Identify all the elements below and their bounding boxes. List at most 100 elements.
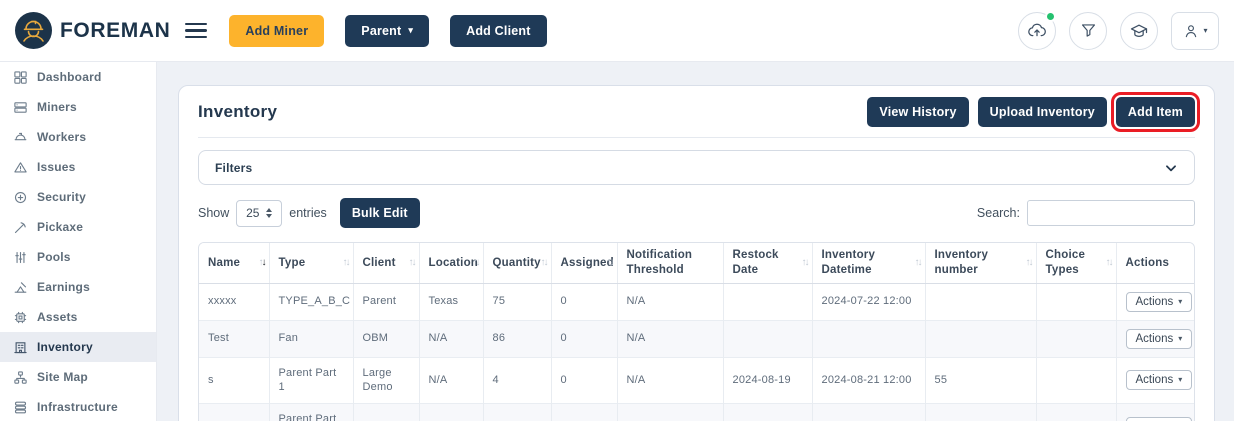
column-header-name[interactable]: Name ↑↓ xyxy=(199,243,270,284)
bulk-edit-button[interactable]: Bulk Edit xyxy=(339,198,420,228)
cell-quantity: 86 xyxy=(483,319,552,357)
sidebar-item-label: Infrastructure xyxy=(37,400,118,414)
cell-restock-date xyxy=(723,283,813,320)
cell-client: Parent xyxy=(353,403,420,421)
cloud-upload-icon xyxy=(1027,21,1047,41)
cell-type: Parent Part 1 xyxy=(269,356,354,404)
sidebar-item-label: Assets xyxy=(37,310,78,324)
caret-down-icon: ▾ xyxy=(1203,25,1208,35)
add-client-button[interactable]: Add Client xyxy=(450,14,547,47)
cell-restock-date xyxy=(723,319,813,357)
cell-location: Texas xyxy=(419,283,484,320)
table-row: Parent 1 Parent Part 2 Parent Texas 98 4… xyxy=(199,403,1194,421)
parent-dropdown-button[interactable]: Parent ▾ xyxy=(345,14,430,47)
sidebar-item-miners[interactable]: Miners xyxy=(0,92,156,122)
add-item-label: Add Item xyxy=(1127,104,1183,119)
column-header-location[interactable]: Location ↑↓ xyxy=(419,243,484,284)
sidebar-item-label: Inventory xyxy=(37,340,93,354)
cell-choice-types xyxy=(1036,319,1117,357)
cell-assigned: 0 xyxy=(551,356,618,404)
cell-name: Parent 1 xyxy=(199,403,270,421)
add-miner-button[interactable]: Add Miner xyxy=(229,14,325,47)
cloud-upload-button[interactable] xyxy=(1018,10,1056,50)
sort-icon: ↑↓ xyxy=(1025,256,1034,268)
caret-down-icon: ▾ xyxy=(1178,375,1183,385)
sidebar-item-site-map[interactable]: Site Map xyxy=(0,362,156,392)
column-header-notification-threshold: Notification Threshold xyxy=(617,243,724,284)
cell-name: Test xyxy=(199,319,270,357)
filters-accordion[interactable]: Filters xyxy=(198,150,1195,185)
row-actions-label: Actions xyxy=(1135,374,1174,387)
cell-notification-threshold: 15 xyxy=(617,403,724,421)
column-header-quantity[interactable]: Quantity ↑↓ xyxy=(483,243,552,284)
column-header-inventory-number[interactable]: Inventory number ↑↓ xyxy=(925,243,1037,284)
sort-icon: ↑↓ xyxy=(258,256,267,268)
add-item-button[interactable]: Add Item xyxy=(1110,91,1201,132)
sort-icon: ↑↓ xyxy=(914,256,923,268)
sidebar-item-dashboard[interactable]: Dashboard xyxy=(0,62,156,92)
row-actions-button[interactable]: Actions ▾ xyxy=(1125,417,1193,421)
column-header-choice-types[interactable]: Choice Types ↑↓ xyxy=(1036,243,1117,284)
hamburger-menu-icon[interactable] xyxy=(185,22,208,39)
row-actions-label: Actions xyxy=(1135,295,1174,308)
sidebar-item-pickaxe[interactable]: Pickaxe xyxy=(0,212,156,242)
cell-notification-threshold: N/A xyxy=(617,319,724,357)
sidebar-item-pools[interactable]: Pools xyxy=(0,242,156,272)
caret-down-icon: ▾ xyxy=(408,25,414,35)
main-content: Inventory View History Upload Inventory … xyxy=(158,62,1234,421)
warning-triangle-icon xyxy=(14,161,27,172)
user-menu-button[interactable]: ▾ xyxy=(1171,11,1219,50)
sort-icon: ↑↓ xyxy=(408,256,417,268)
view-history-button[interactable]: View History xyxy=(867,96,969,127)
inventory-card: Inventory View History Upload Inventory … xyxy=(178,85,1215,421)
cell-name: xxxxx xyxy=(199,283,270,320)
cell-assigned: 0 xyxy=(551,283,618,320)
row-actions-button[interactable]: Actions ▾ xyxy=(1125,291,1193,312)
cell-inventory-datetime: 2024-08-21 12:00 xyxy=(812,356,926,404)
sidebar-item-workers[interactable]: Workers xyxy=(0,122,156,152)
column-header-restock-date[interactable]: Restock Date ↑↓ xyxy=(723,243,813,284)
sidebar-item-label: Issues xyxy=(37,160,76,174)
sidebar-item-label: Earnings xyxy=(37,280,90,294)
brand-logo[interactable]: FOREMAN xyxy=(15,12,170,49)
row-actions-button[interactable]: Actions ▾ xyxy=(1125,370,1193,391)
page-title: Inventory xyxy=(198,101,278,121)
filter-button[interactable] xyxy=(1069,11,1107,50)
row-actions-button[interactable]: Actions ▾ xyxy=(1125,328,1193,349)
table-row: Test Fan OBM N/A 86 0 N/A Actions ▾ xyxy=(199,319,1194,357)
entries-label: entries xyxy=(289,206,327,220)
sort-icon: ↑↓ xyxy=(342,256,351,268)
sidebar-item-inventory[interactable]: Inventory xyxy=(0,332,156,362)
upload-inventory-button[interactable]: Upload Inventory xyxy=(977,96,1107,127)
column-header-inventory-datetime[interactable]: Inventory Datetime ↑↓ xyxy=(812,243,926,284)
sidebar-item-security[interactable]: Security xyxy=(0,182,156,212)
sidebar-item-issues[interactable]: Issues xyxy=(0,152,156,182)
graduation-cap-icon xyxy=(1129,21,1149,41)
column-header-assigned[interactable]: Assigned ↑↓ xyxy=(551,243,618,284)
page-size-value: 25 xyxy=(246,206,260,220)
sort-icon: ↑↓ xyxy=(801,256,810,268)
sidebar: Dashboard Miners Workers Issues Security… xyxy=(0,62,157,421)
sliders-icon xyxy=(15,251,26,263)
page-size-select[interactable]: 25 xyxy=(236,199,283,227)
card-header: Inventory View History Upload Inventory … xyxy=(198,86,1201,138)
cell-client: Large Demo xyxy=(353,356,420,404)
cell-inventory-number xyxy=(925,319,1037,357)
filters-label: Filters xyxy=(215,160,253,175)
column-header-client[interactable]: Client ↑↓ xyxy=(353,243,420,284)
bulk-edit-label: Bulk Edit xyxy=(351,206,408,220)
training-button[interactable] xyxy=(1120,11,1158,50)
search-control: Search: xyxy=(977,200,1195,226)
caret-down-icon: ▾ xyxy=(1178,296,1183,306)
cell-actions: Actions ▾ xyxy=(1116,356,1194,404)
cell-inventory-number xyxy=(925,403,1037,421)
sidebar-item-earnings[interactable]: Earnings xyxy=(0,272,156,302)
filter-funnel-icon xyxy=(1079,21,1098,40)
sidebar-item-infrastructure[interactable]: Infrastructure xyxy=(0,392,156,421)
warehouse-icon xyxy=(14,341,27,353)
sort-icon: ↑↓ xyxy=(1105,256,1114,268)
column-header-type[interactable]: Type ↑↓ xyxy=(269,243,354,284)
crosshair-icon xyxy=(14,191,27,203)
sidebar-item-assets[interactable]: Assets xyxy=(0,302,156,332)
search-input[interactable] xyxy=(1027,200,1195,226)
